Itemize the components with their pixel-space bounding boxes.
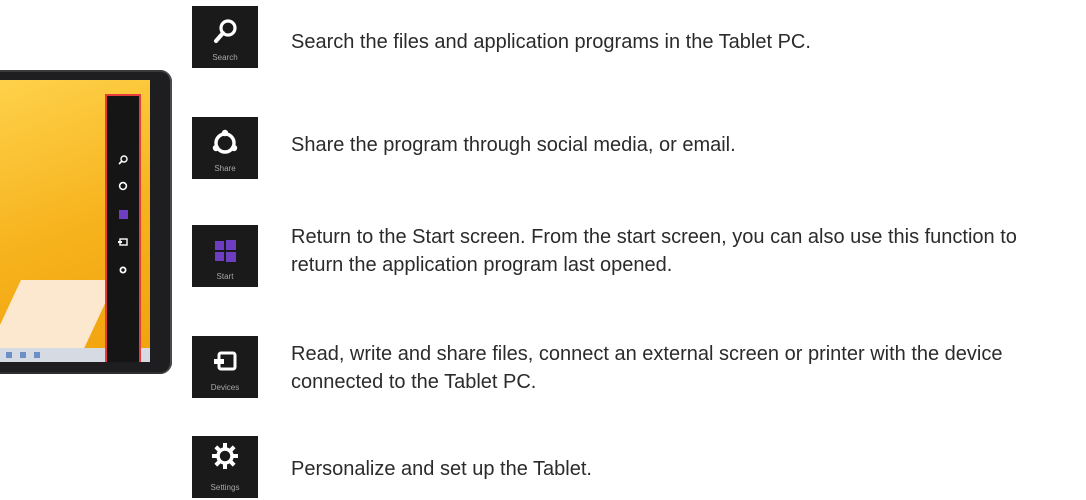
mini-settings-icon [107,264,139,277]
tablet-screen [0,80,150,362]
settings-icon [192,440,258,472]
start-icon [192,235,258,267]
start-tile: Start [192,225,258,287]
search-description: Search the files and application program… [291,31,811,53]
search-caption: Search [212,53,238,62]
mini-devices-icon [107,236,139,249]
search-icon [192,16,258,48]
share-caption: Share [214,164,236,173]
devices-caption: Devices [210,383,240,392]
share-description: Share the program through social media, … [291,134,736,156]
devices-description: Read, write and share files, connect an … [291,343,1003,393]
mini-search-icon [107,154,139,167]
mini-start-icon [107,208,139,221]
mini-share-icon [107,180,139,193]
settings-caption: Settings [210,483,240,492]
tablet-illustration [0,70,172,374]
devices-icon [192,346,258,378]
taskbar-icon [20,352,26,358]
taskbar-icon [6,352,12,358]
start-caption: Start [216,272,234,281]
charm-bar-highlight [105,94,141,362]
start-description: Return to the Start screen. From the sta… [291,226,1017,276]
share-tile: Share [192,117,258,179]
search-tile: Search [192,6,258,68]
share-icon [192,127,258,159]
settings-description: Personalize and set up the Tablet. [291,458,592,480]
settings-tile: Settings [192,436,258,498]
taskbar-icon [34,352,40,358]
devices-tile: Devices [192,336,258,398]
